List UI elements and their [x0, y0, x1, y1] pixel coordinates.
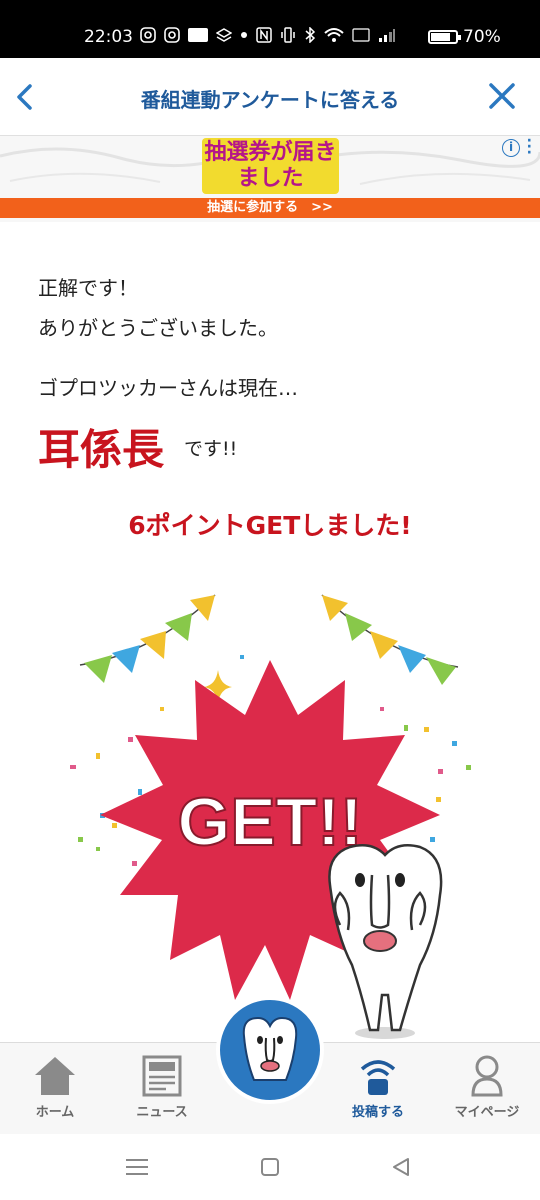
battery-percent: 70% [463, 27, 501, 47]
tab-post[interactable]: 投稿する [328, 1053, 428, 1120]
celebration-illustration: GET!! [70, 594, 471, 1039]
layers-icon [216, 28, 232, 42]
bluetooth-icon [305, 27, 316, 43]
tab-home-label: ホーム [35, 1105, 75, 1120]
tab-post-label: 投稿する [351, 1105, 404, 1120]
status-bar: 22:03 70% [0, 0, 540, 58]
home-icon [35, 1057, 75, 1095]
get-text: GET!! [177, 784, 362, 860]
battery-icon [428, 30, 461, 44]
wifi-icon [324, 28, 344, 42]
app-header: 番組連動アンケートに答える [0, 58, 540, 136]
mascot-tooth-icon [328, 844, 443, 1039]
tab-mypage-label: マイページ [454, 1105, 520, 1120]
dot-icon [241, 32, 247, 38]
post-broadcast-icon [360, 1060, 396, 1095]
instagram-icon [140, 27, 156, 43]
instagram-icon [164, 27, 180, 43]
mascot-face-icon [242, 1016, 298, 1081]
more-vert-icon[interactable]: · · · [527, 136, 532, 160]
system-nav-bar [0, 1134, 540, 1200]
user-profile-icon [471, 1055, 503, 1097]
info-icon[interactable]: i [502, 139, 520, 157]
rank-title: 耳係長 [38, 425, 165, 474]
back-arrow-icon[interactable] [10, 78, 40, 116]
volte-icon [352, 28, 370, 42]
status-time: 22:03 [84, 27, 133, 47]
current-rank-intro: ゴプロツッカーさんは現在… [38, 376, 298, 400]
tab-news[interactable]: ニュース [112, 1053, 212, 1120]
news-icon [142, 1055, 182, 1097]
bunting-left-icon [79, 594, 216, 683]
tab-mypage[interactable]: マイページ [437, 1053, 537, 1120]
vibrate-icon [281, 27, 295, 43]
back-button-icon[interactable] [386, 1154, 416, 1180]
tab-home[interactable]: ホーム [5, 1053, 105, 1120]
correct-message: 正解です！ [38, 276, 138, 300]
bunting-right-icon [321, 594, 459, 685]
close-icon[interactable] [488, 82, 516, 110]
battery-indicator: 70% [428, 27, 501, 47]
recent-apps-icon[interactable] [122, 1154, 152, 1180]
nhk-icon [188, 28, 208, 42]
center-mascot-button[interactable] [216, 996, 324, 1104]
rank-suffix: です!! [184, 438, 238, 460]
ad-headline: 抽選券が届きました [202, 138, 339, 194]
thanks-message: ありがとうございました。 [38, 316, 278, 340]
home-button-icon[interactable] [255, 1154, 285, 1180]
tab-news-label: ニュース [136, 1105, 188, 1120]
nfc-icon [256, 27, 272, 43]
status-icons [140, 27, 396, 43]
ad-cta[interactable]: 抽選に参加する >> [0, 198, 540, 218]
points-message: 6ポイントGETしました! [128, 511, 412, 540]
signal-icon [379, 29, 395, 42]
ad-banner[interactable]: 抽選券が届きました 抽選に参加する >> i · · · [0, 136, 540, 222]
page-title: 番組連動アンケートに答える [140, 88, 400, 112]
